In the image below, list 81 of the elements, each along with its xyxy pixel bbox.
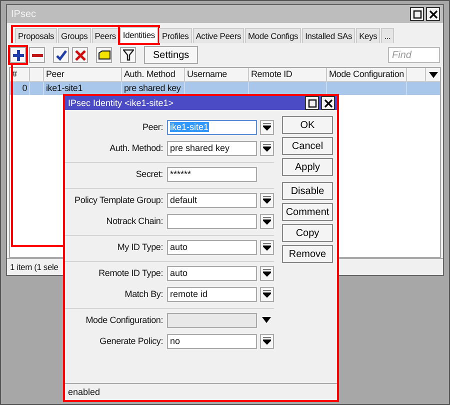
dropdown-button[interactable] bbox=[260, 140, 274, 156]
filter-button[interactable] bbox=[120, 47, 136, 63]
cross-icon bbox=[74, 50, 86, 60]
tab[interactable]: Identities bbox=[120, 27, 158, 43]
comment-button[interactable] bbox=[96, 47, 112, 63]
checkmark-icon bbox=[56, 50, 66, 60]
tab[interactable]: Proposals bbox=[15, 28, 57, 43]
maximize-button[interactable] bbox=[410, 7, 424, 21]
dropdown-field[interactable]: remote id bbox=[167, 286, 257, 302]
dropdown-button[interactable] bbox=[260, 240, 274, 254]
tab[interactable]: Active Peers bbox=[192, 28, 244, 43]
dropdown-arrow-icon bbox=[263, 217, 271, 225]
tab[interactable]: ... bbox=[381, 28, 394, 43]
dropdown-field[interactable]: pre shared key bbox=[167, 140, 257, 156]
dropdown-field[interactable]: auto bbox=[167, 240, 257, 254]
dropdown-arrow-icon bbox=[263, 243, 271, 251]
dropdown-field[interactable]: no bbox=[167, 334, 257, 348]
dialog-button[interactable]: Disable bbox=[282, 182, 333, 200]
dialog-button[interactable]: Comment bbox=[282, 203, 333, 221]
dialog-title: IPsec Identity <ike1-site1> bbox=[68, 98, 174, 108]
field-label: Peer: bbox=[141, 122, 164, 132]
close-button[interactable] bbox=[426, 7, 440, 21]
tab[interactable]: Peers bbox=[92, 28, 119, 43]
field-label: Match By: bbox=[124, 289, 164, 299]
add-button[interactable] bbox=[10, 47, 26, 63]
input-field[interactable]: ****** bbox=[167, 166, 257, 182]
field-label: Secret: bbox=[134, 169, 164, 179]
field-label: Notrack Chain: bbox=[105, 216, 164, 226]
dialog-button[interactable]: OK bbox=[282, 116, 333, 134]
tab[interactable]: Groups bbox=[58, 28, 91, 43]
tab[interactable]: Mode Configs bbox=[245, 28, 302, 43]
column-header[interactable]: Auth. Method bbox=[122, 68, 185, 81]
tab[interactable]: Installed SAs bbox=[302, 28, 356, 43]
field-label: Remote ID Type: bbox=[98, 268, 164, 278]
remove-button[interactable] bbox=[29, 47, 45, 63]
dropdown-arrow-icon bbox=[263, 269, 271, 277]
disable-button[interactable] bbox=[72, 47, 88, 63]
column-header[interactable]: Mode Configuration bbox=[327, 68, 407, 81]
tab[interactable]: Keys bbox=[356, 28, 380, 43]
dropdown-button[interactable] bbox=[260, 286, 274, 302]
dropdown-arrow-icon bbox=[263, 196, 271, 204]
column-header[interactable]: Peer bbox=[44, 68, 122, 81]
dropdown-field[interactable] bbox=[167, 214, 257, 228]
dropdown-arrow-icon bbox=[263, 144, 271, 152]
enable-button[interactable] bbox=[53, 47, 69, 63]
field-label: Mode Configuration: bbox=[84, 315, 164, 325]
table-cell: pre shared key bbox=[124, 83, 181, 93]
dropdown-button[interactable] bbox=[260, 120, 274, 134]
field-label: Policy Template Group: bbox=[74, 195, 164, 205]
table-cell: ike1-site1 bbox=[46, 83, 83, 93]
maximize-button[interactable] bbox=[305, 96, 319, 110]
dropdown-arrow-icon bbox=[263, 337, 271, 345]
status-text: 1 item (1 sele bbox=[10, 262, 58, 272]
dialog-button[interactable]: Apply bbox=[282, 158, 333, 176]
column-header[interactable]: Remote ID bbox=[249, 68, 327, 81]
dropdown-button[interactable] bbox=[260, 192, 274, 208]
find-field[interactable]: Find bbox=[388, 47, 440, 63]
field-label: Auth. Method: bbox=[108, 143, 164, 153]
close-button[interactable] bbox=[321, 96, 335, 110]
field-label: Generate Policy: bbox=[98, 336, 164, 346]
dropdown-button[interactable] bbox=[260, 214, 274, 228]
column-header[interactable]: Username bbox=[185, 68, 249, 81]
dropdown-field[interactable]: auto bbox=[167, 266, 257, 280]
table-cell: 0 bbox=[22, 83, 27, 93]
dialog-button[interactable]: Copy bbox=[282, 224, 333, 242]
dropdown-arrow-icon[interactable] bbox=[262, 317, 272, 323]
dropdown-button[interactable] bbox=[260, 266, 274, 280]
field-label: My ID Type: bbox=[116, 242, 164, 252]
filter-icon bbox=[122, 49, 134, 61]
dropdown-arrow-icon bbox=[263, 290, 271, 298]
dialog-status-text: enabled bbox=[68, 387, 100, 397]
dropdown-button[interactable] bbox=[260, 334, 274, 348]
note-icon bbox=[98, 50, 110, 60]
tab[interactable]: Profiles bbox=[158, 28, 192, 43]
settings-button[interactable]: Settings bbox=[144, 46, 198, 64]
dialog-button[interactable]: Remove bbox=[282, 245, 333, 263]
dropdown-field[interactable]: default bbox=[167, 192, 257, 208]
dropdown-arrow-icon bbox=[263, 123, 271, 131]
plus-icon bbox=[12, 50, 24, 60]
dialog-button[interactable]: Cancel bbox=[282, 137, 333, 155]
table-row[interactable]: 0 ike1-site1 pre shared key bbox=[10, 82, 440, 95]
